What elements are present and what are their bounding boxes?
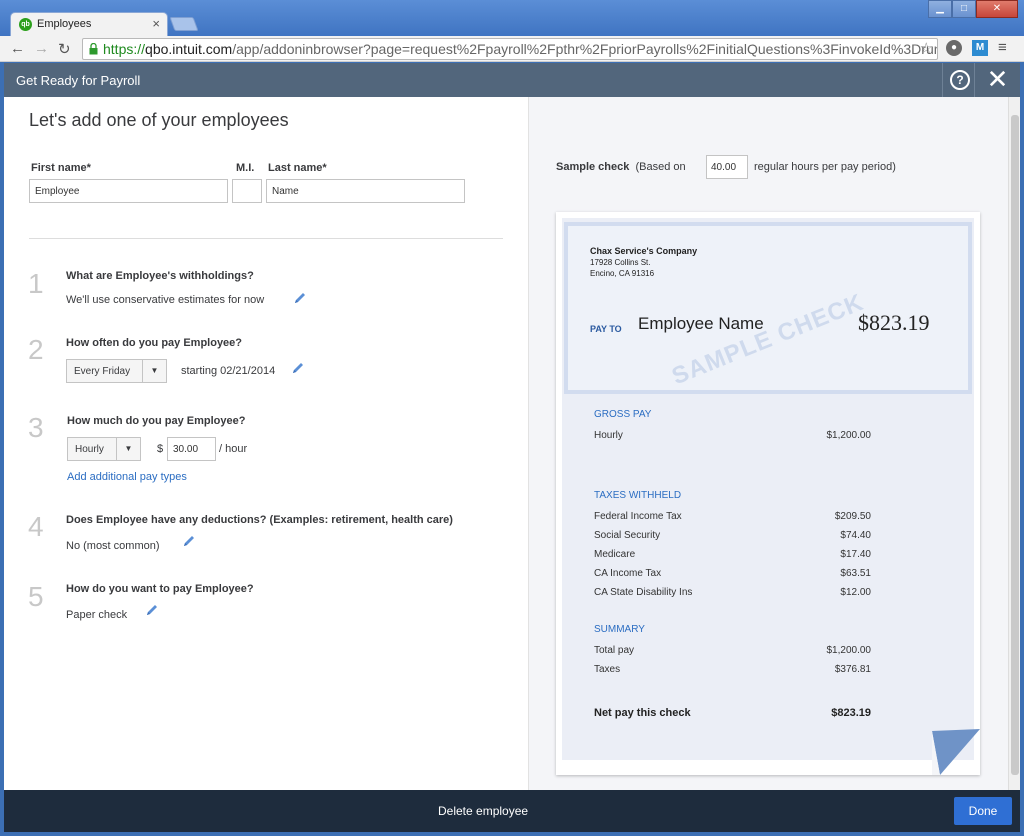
pay-start-date: starting 02/21/2014 bbox=[181, 365, 276, 377]
browser-tab[interactable]: qb Employees × bbox=[10, 12, 168, 36]
browser-titlebar: qb Employees × ▁ □ ✕ bbox=[0, 0, 1024, 36]
pay-type-value: Hourly bbox=[75, 444, 104, 455]
company-city: Encino, CA 91316 bbox=[590, 269, 655, 278]
app-header: Get Ready for Payroll ? ✕ bbox=[4, 63, 1020, 97]
step-number: 2 bbox=[28, 334, 44, 365]
lock-icon bbox=[89, 43, 98, 55]
chevron-down-icon: ▼ bbox=[116, 438, 140, 460]
pay-frequency-value: Every Friday bbox=[74, 366, 131, 377]
mi-label: M.I. bbox=[236, 162, 255, 174]
step-question: Does Employee have any deductions? (Exam… bbox=[66, 514, 453, 526]
step-question: How do you want to pay Employee? bbox=[66, 583, 254, 595]
step-number: 5 bbox=[28, 581, 44, 612]
page-title: Get Ready for Payroll bbox=[16, 73, 141, 88]
new-tab-button[interactable] bbox=[169, 17, 199, 31]
step-question: How much do you pay Employee? bbox=[67, 415, 246, 427]
sample-check-panel: Sample check (Based on 40.00 regular hou… bbox=[528, 97, 1008, 790]
tax-row: CA State Disability Ins $12.00 bbox=[594, 587, 871, 598]
step-question: What are Employee's withholdings? bbox=[66, 270, 254, 282]
first-name-field[interactable]: Employee bbox=[29, 179, 228, 203]
pencil-icon[interactable] bbox=[293, 291, 307, 305]
extension-icon[interactable]: ● bbox=[946, 40, 962, 56]
step-answer: No (most common) bbox=[66, 540, 160, 552]
divider bbox=[29, 238, 503, 239]
scrollbar-thumb[interactable] bbox=[1011, 115, 1019, 775]
quickbooks-favicon-icon: qb bbox=[19, 18, 32, 31]
extension-m-icon[interactable]: M bbox=[972, 40, 988, 56]
pencil-icon[interactable] bbox=[145, 603, 159, 617]
minimize-icon[interactable]: ▁ bbox=[928, 0, 952, 18]
summary-row: Taxes $376.81 bbox=[594, 664, 871, 675]
taxes-heading: TAXES WITHHELD bbox=[594, 490, 682, 501]
pencil-icon[interactable] bbox=[182, 534, 196, 548]
tax-row: Medicare $17.40 bbox=[594, 549, 871, 560]
window-controls: ▁ □ ✕ bbox=[928, 0, 1018, 18]
close-icon[interactable]: ✕ bbox=[974, 63, 1020, 97]
check-body: Chax Service's Company 17928 Collins St.… bbox=[562, 218, 974, 760]
pay-rate-field[interactable]: 30.00 bbox=[167, 437, 216, 461]
done-button[interactable]: Done bbox=[954, 797, 1012, 825]
gross-pay-heading: GROSS PAY bbox=[594, 409, 652, 420]
form-heading: Let's add one of your employees bbox=[29, 110, 289, 130]
url-text: https://qbo.intuit.com/app/addoninbrowse… bbox=[103, 41, 938, 57]
currency-symbol: $ bbox=[157, 443, 164, 455]
hours-suffix-label: regular hours per pay period) bbox=[754, 161, 896, 173]
company-name: Chax Service's Company bbox=[590, 246, 698, 256]
first-name-label: First name* bbox=[31, 162, 91, 174]
sample-check-label: Sample check (Based on bbox=[556, 161, 686, 173]
reload-icon[interactable]: ↻ bbox=[58, 40, 71, 58]
last-name-field[interactable]: Name bbox=[266, 179, 465, 203]
step-question: How often do you pay Employee? bbox=[66, 337, 243, 349]
pay-frequency-select[interactable]: Every Friday ▼ bbox=[66, 359, 167, 383]
step-number: 3 bbox=[28, 412, 44, 443]
summary-row: Total pay $1,200.00 bbox=[594, 645, 871, 656]
footer-bar: Delete employee Done bbox=[4, 790, 1020, 832]
page-curl-icon bbox=[932, 729, 980, 775]
address-bar[interactable]: https://qbo.intuit.com/app/addoninbrowse… bbox=[82, 38, 938, 60]
delete-employee-button[interactable]: Delete employee bbox=[438, 804, 528, 818]
pay-to-label: PAY TO bbox=[590, 324, 622, 334]
help-circle-icon: ? bbox=[950, 70, 970, 90]
step-number: 1 bbox=[28, 268, 44, 299]
tax-row: Social Security $74.40 bbox=[594, 530, 871, 541]
chevron-down-icon: ▼ bbox=[142, 360, 166, 382]
forward-arrow-icon[interactable]: → bbox=[34, 40, 49, 57]
scrollbar[interactable] bbox=[1008, 97, 1020, 790]
star-icon[interactable]: ☆ bbox=[920, 39, 933, 57]
step-answer: We'll use conservative estimates for now bbox=[66, 294, 265, 306]
mi-field[interactable] bbox=[232, 179, 262, 203]
step-answer: Paper check bbox=[66, 609, 128, 621]
pay-type-select[interactable]: Hourly ▼ bbox=[67, 437, 141, 461]
back-arrow-icon[interactable]: ← bbox=[10, 40, 25, 57]
maximize-icon[interactable]: □ bbox=[952, 0, 976, 18]
help-button[interactable]: ? bbox=[942, 63, 972, 97]
window-close-icon[interactable]: ✕ bbox=[976, 0, 1018, 18]
summary-heading: SUMMARY bbox=[594, 624, 645, 635]
tax-row: Federal Income Tax $209.50 bbox=[594, 511, 871, 522]
add-pay-types-link[interactable]: Add additional pay types bbox=[67, 471, 187, 483]
sample-watermark: SAMPLE CHECK bbox=[668, 288, 868, 391]
step-number: 4 bbox=[28, 511, 44, 542]
net-pay-row: Net pay this check $823.19 bbox=[594, 707, 871, 719]
browser-toolbar: ← → ↻ https://qbo.intuit.com/app/addonin… bbox=[0, 36, 1024, 62]
gross-row: Hourly $1,200.00 bbox=[594, 430, 871, 441]
check-amount: $823.19 bbox=[858, 310, 930, 335]
check-face: Chax Service's Company 17928 Collins St.… bbox=[564, 222, 972, 394]
payee-name: Employee Name bbox=[638, 314, 764, 333]
last-name-label: Last name* bbox=[268, 162, 327, 174]
tab-title: Employees bbox=[37, 18, 92, 30]
hamburger-menu-icon[interactable]: ≡ bbox=[998, 39, 1007, 56]
company-address: 17928 Collins St. bbox=[590, 258, 651, 267]
tab-close-icon[interactable]: × bbox=[152, 16, 160, 31]
hours-field[interactable]: 40.00 bbox=[706, 155, 748, 179]
rate-unit: / hour bbox=[219, 443, 248, 455]
employee-form-panel: Let's add one of your employees First na… bbox=[4, 97, 528, 790]
pencil-icon[interactable] bbox=[291, 361, 305, 375]
tax-row: CA Income Tax $63.51 bbox=[594, 568, 871, 579]
sample-check: Chax Service's Company 17928 Collins St.… bbox=[556, 212, 980, 775]
